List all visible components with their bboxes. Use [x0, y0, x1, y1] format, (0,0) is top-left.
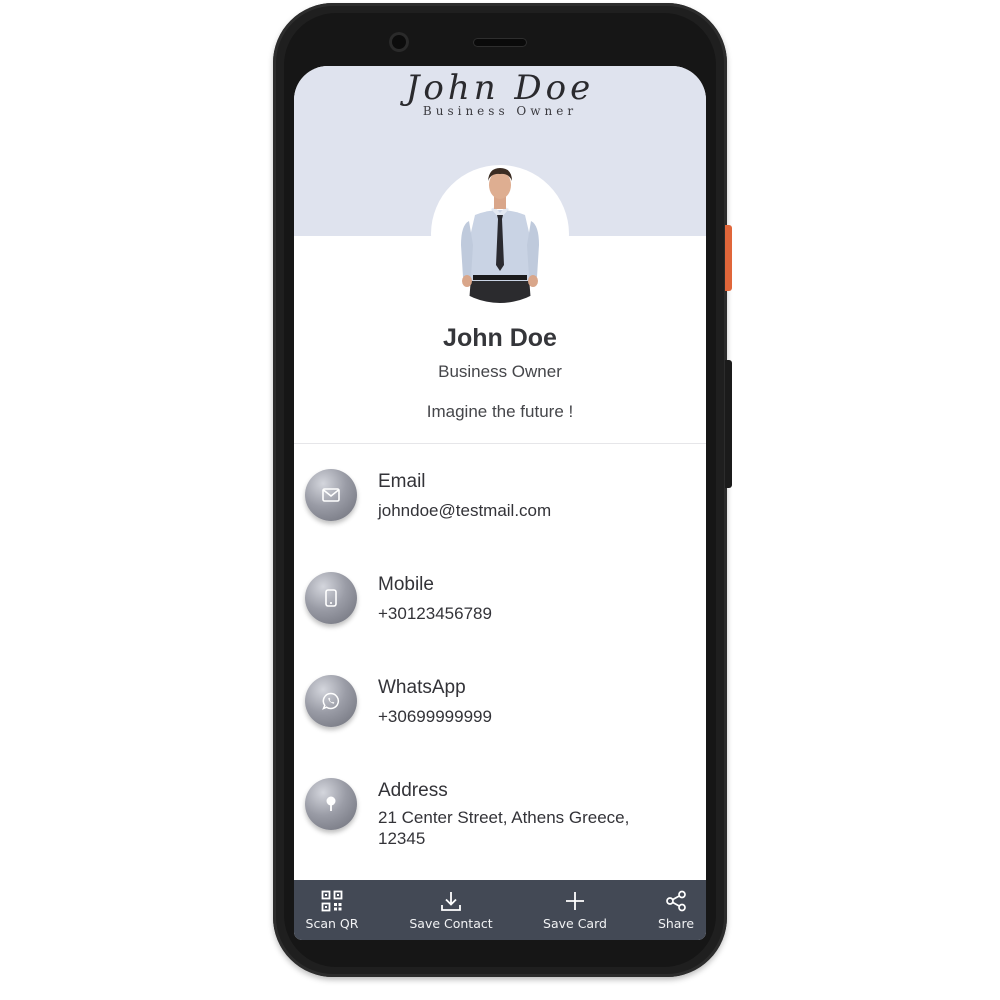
- save-contact-button[interactable]: Save Contact: [400, 880, 502, 940]
- map-pin-icon[interactable]: [305, 778, 357, 830]
- bottom-action-bar: Scan QR Save Contact Save Card Share: [294, 880, 706, 940]
- profile-role: Business Owner: [438, 362, 562, 381]
- download-icon: [441, 892, 461, 911]
- share-label: Share: [657, 916, 695, 931]
- volume-button: [725, 360, 732, 488]
- share-button[interactable]: Share: [650, 880, 702, 940]
- screen: John Doe Business Owner John Doe Busines…: [294, 66, 706, 940]
- scan-qr-button[interactable]: Scan QR: [300, 880, 364, 940]
- avatar: [431, 165, 569, 303]
- front-camera: [389, 32, 409, 52]
- qr-code-icon: [321, 890, 343, 912]
- save-card-label: Save Card: [543, 916, 607, 931]
- mobile-phone-icon[interactable]: [305, 572, 357, 624]
- contact-label-address: Address: [378, 780, 448, 801]
- contact-value-address[interactable]: 21 Center Street, Athens Greece, 12345: [378, 807, 668, 849]
- profile-tagline: Imagine the future !: [426, 402, 574, 421]
- contact-label-mobile: Mobile: [378, 574, 434, 595]
- mail-icon[interactable]: [305, 469, 357, 521]
- save-card-button[interactable]: Save Card: [531, 880, 619, 940]
- plus-icon: [566, 892, 584, 910]
- power-button: [725, 225, 732, 291]
- contact-label-email: Email: [378, 471, 426, 492]
- contact-label-whatsapp: WhatsApp: [378, 677, 466, 698]
- divider: [294, 443, 706, 444]
- header-role: Business Owner: [422, 104, 578, 118]
- contact-value-email[interactable]: johndoe@testmail.com: [378, 500, 678, 521]
- save-contact-label: Save Contact: [409, 916, 493, 931]
- share-icon: [666, 890, 686, 912]
- profile-name: John Doe: [443, 324, 557, 352]
- whatsapp-icon[interactable]: [305, 675, 357, 727]
- contact-value-whatsapp[interactable]: +30699999999: [378, 706, 678, 727]
- header-name: John Doe: [405, 68, 595, 108]
- earpiece-speaker: [473, 38, 527, 47]
- contact-value-mobile[interactable]: +30123456789: [378, 603, 678, 624]
- scan-qr-label: Scan QR: [305, 916, 359, 931]
